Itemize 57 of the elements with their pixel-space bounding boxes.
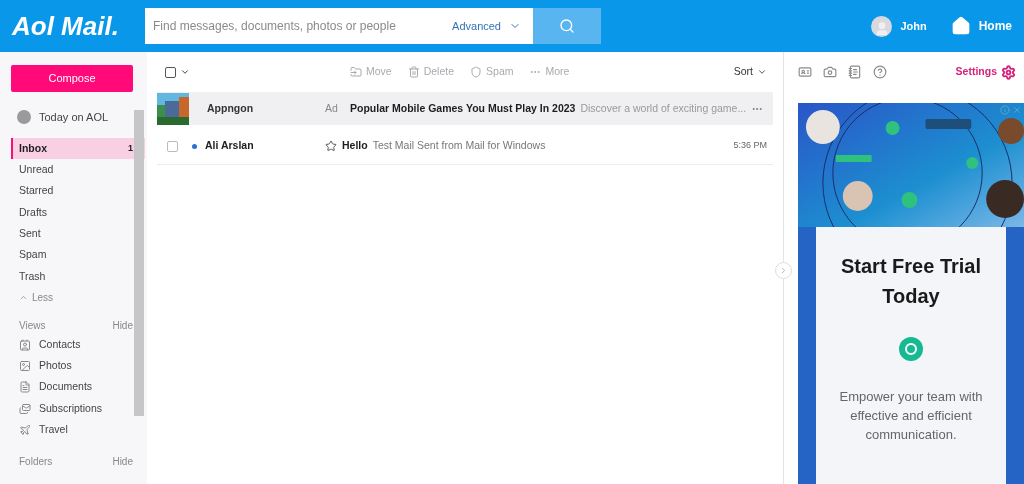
today-link[interactable]: Today on AOL [39, 108, 109, 126]
folder-item[interactable]: Starred [11, 180, 145, 202]
trash-icon [407, 66, 420, 78]
notepad-icon[interactable] [848, 65, 862, 79]
chevron-down-icon [757, 67, 767, 77]
advanced-search-button[interactable]: Advanced [452, 17, 525, 35]
avatar-icon [871, 15, 893, 37]
settings-icon [1001, 64, 1016, 80]
folder-item[interactable]: Inbox 1 [11, 138, 145, 160]
view-link[interactable]: Subscriptions [39, 400, 103, 417]
view-link[interactable]: Photos [39, 358, 72, 374]
view-link[interactable]: Travel [39, 422, 68, 438]
ad-message-row[interactable]: Appngon Ad Popular Mobile Games You Must Play In 2023 Discover a world of exciting game... [157, 92, 773, 125]
message-preview: Discover a world of exciting game... [580, 100, 747, 116]
message-preview: Test Mail Sent from Mail for Windows [372, 138, 546, 154]
view-link[interactable]: Documents [39, 379, 93, 396]
folder-item[interactable]: Trash [11, 265, 145, 288]
select-all-checkbox[interactable] [165, 66, 176, 78]
contact-card-icon [19, 338, 31, 351]
message-time: 5:36 PM [733, 139, 767, 153]
chevron-right-icon [779, 266, 788, 275]
folder-item[interactable]: Sent [11, 223, 145, 245]
sender-name: Ali Arslan [205, 138, 255, 154]
ad-headline: Start Free Trial Today [839, 254, 983, 309]
ad-label: Ad [325, 100, 339, 116]
message-row[interactable]: Ali Arslan Hello Test Mail Sent from Mail for Windows 5:36 PM [157, 128, 773, 165]
row-checkbox[interactable] [167, 140, 178, 152]
folder-item[interactable]: Unread [11, 159, 145, 181]
message-subject: Popular Mobile Games You Must Play In 2023 [350, 100, 576, 116]
shield-icon [470, 66, 483, 78]
envelopes-icon [19, 402, 31, 415]
camera-icon[interactable] [823, 65, 837, 79]
scrollbar[interactable] [134, 110, 144, 416]
star-icon[interactable] [325, 140, 337, 152]
less-toggle[interactable]: Less [11, 287, 145, 309]
help-icon[interactable] [873, 65, 887, 79]
contact-card-icon[interactable] [798, 65, 812, 79]
sender-name: Appngon [207, 100, 255, 116]
airplane-icon [19, 423, 31, 436]
compose-button[interactable]: Compose [11, 65, 133, 92]
settings-button[interactable]: Settings [955, 64, 1016, 80]
folders-heading: Folders [19, 454, 53, 469]
document-icon [19, 381, 31, 394]
chevron-down-icon[interactable] [180, 67, 190, 77]
folder-item[interactable]: Spam [11, 244, 145, 266]
house-icon [950, 16, 971, 36]
views-heading: Views [19, 319, 46, 334]
image-icon [19, 360, 31, 372]
view-link[interactable]: Contacts [39, 336, 81, 353]
search-field[interactable]: Find messages, documents, photos or people Advanced [145, 8, 533, 44]
ad-body: Empower your team with effective and efficient communication. [838, 388, 984, 444]
folder-item[interactable]: Drafts [11, 201, 145, 224]
search-icon [559, 18, 575, 34]
sort-button[interactable]: Sort [733, 64, 767, 80]
folder-icon [350, 66, 362, 78]
message-subject: Hello [342, 138, 368, 154]
unread-count: 1 [128, 141, 133, 155]
